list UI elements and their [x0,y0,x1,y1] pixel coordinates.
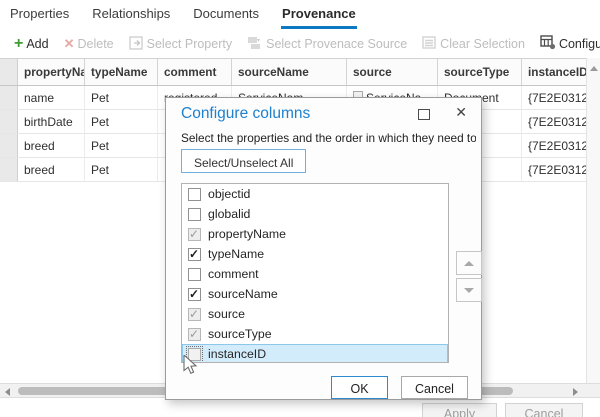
bottom-button-bar: Apply Cancel [0,398,600,417]
dialog-title: Configure columns [181,105,310,123]
dialog-cancel-button[interactable]: Cancel [401,376,468,399]
apply-button[interactable]: Apply [422,403,497,417]
list-item-label: globalid [208,207,250,221]
select-property-button[interactable]: Select Property [129,36,232,53]
list-item-label: comment [208,267,259,281]
arrow-down-icon [464,288,474,293]
move-up-button[interactable] [456,251,482,275]
row-selector-cell[interactable] [0,86,18,109]
column-checkbox-list: objectid globalid propertyName typeName … [181,183,449,363]
configure-button[interactable]: Configure [540,35,600,53]
list-item-instanceID[interactable]: instanceID [182,344,448,363]
tab-documents[interactable]: Documents [192,0,260,29]
list-item-label: objectid [208,187,250,201]
list-item-label: sourceType [208,327,272,341]
cell-typeName[interactable]: Pet [85,134,158,157]
provenance-window: Properties Relationships Documents Prove… [0,0,600,417]
row-selector-cell[interactable] [0,158,18,181]
cell-typeName[interactable]: Pet [85,110,158,133]
mouse-cursor [183,355,198,379]
configure-button-label: Configure [559,37,600,51]
add-button[interactable]: + Add [14,37,49,51]
select-property-button-label: Select Property [147,37,232,51]
cell-propertyName[interactable]: birthDate [18,110,85,133]
cell-propertyName[interactable]: breed [18,158,85,181]
list-item-typeName[interactable]: typeName [182,244,448,264]
table-header-row: propertyName typeName comment sourceName… [0,59,586,86]
clear-selection-button-label: Clear Selection [440,37,525,51]
checkbox-icon[interactable] [188,248,201,261]
list-item-sourceType[interactable]: sourceType [182,324,448,344]
checkbox-icon[interactable] [188,268,201,281]
select-unselect-all-button[interactable]: Select/Unselect All [181,149,306,173]
tab-properties[interactable]: Properties [9,0,70,29]
column-header-propertyName[interactable]: propertyName [18,59,85,85]
select-provenance-source-button-label: Select Provenace Source [266,37,407,51]
move-down-button[interactable] [456,278,482,302]
cell-instanceID[interactable]: {7E2E0312- [522,158,586,181]
list-item-globalid[interactable]: globalid [182,204,448,224]
vertical-scrollbar[interactable] [586,58,600,383]
ok-button[interactable]: OK [331,376,388,399]
list-item-label: propertyName [208,227,286,241]
list-item-label: sourceName [208,287,278,301]
dialog-subtitle: Select the properties and the order in w… [181,131,476,145]
column-header-sourceName[interactable]: sourceName [232,59,347,85]
tab-provenance[interactable]: Provenance [281,0,357,29]
row-selector-header [0,59,18,85]
list-item-comment[interactable]: comment [182,264,448,284]
list-item-label: instanceID [208,347,266,361]
arrow-up-icon [464,261,474,266]
add-button-label: Add [26,37,48,51]
scroll-up-icon[interactable] [590,66,598,71]
cancel-button[interactable]: Cancel [505,403,583,417]
configure-icon [540,35,556,53]
column-header-instanceID[interactable]: instanceID [522,59,586,85]
checkbox-icon[interactable] [188,288,201,301]
tab-bar: Properties Relationships Documents Prove… [0,0,600,29]
close-icon[interactable]: ✕ [455,104,467,121]
checkbox-icon [188,228,201,241]
maximize-icon[interactable] [418,109,430,120]
checkbox-icon [188,308,201,321]
clear-selection-button[interactable]: Clear Selection [422,36,525,52]
clear-selection-icon [422,36,437,52]
tab-relationships[interactable]: Relationships [91,0,171,29]
checkbox-icon [188,328,201,341]
cell-instanceID[interactable]: {7E2E0312- [522,110,586,133]
cell-instanceID[interactable]: {7E2E0312- [522,134,586,157]
list-item-objectid[interactable]: objectid [182,184,448,204]
cell-instanceID[interactable]: {7E2E0312- [522,86,586,109]
list-item-sourceName[interactable]: sourceName [182,284,448,304]
plus-icon: + [14,38,23,50]
scroll-right-icon[interactable] [573,388,578,396]
list-item-propertyName[interactable]: propertyName [182,224,448,244]
select-provenance-source-button[interactable]: Select Provenace Source [247,35,407,53]
select-provenance-source-icon [247,35,263,53]
scroll-left-icon[interactable] [5,388,10,396]
select-property-icon [129,36,144,53]
cell-typeName[interactable]: Pet [85,158,158,181]
cell-propertyName[interactable]: breed [18,134,85,157]
toolbar: + Add ✕ Delete Select Property Select Pr… [0,30,600,58]
x-icon: ✕ [64,36,75,52]
row-selector-cell[interactable] [0,110,18,133]
configure-columns-dialog: Configure columns ✕ Select the propertie… [165,97,482,400]
column-header-source[interactable]: source [347,59,438,85]
column-header-sourceType[interactable]: sourceType [438,59,522,85]
column-header-typeName[interactable]: typeName [85,59,158,85]
checkbox-icon[interactable] [188,208,201,221]
list-item-label: typeName [208,247,264,261]
list-item-label: source [208,307,245,321]
checkbox-icon[interactable] [188,188,201,201]
delete-button[interactable]: ✕ Delete [64,36,114,52]
cell-propertyName[interactable]: name [18,86,85,109]
column-header-comment[interactable]: comment [158,59,232,85]
row-selector-cell[interactable] [0,134,18,157]
cell-typeName[interactable]: Pet [85,86,158,109]
list-item-source[interactable]: source [182,304,448,324]
delete-button-label: Delete [78,37,114,51]
